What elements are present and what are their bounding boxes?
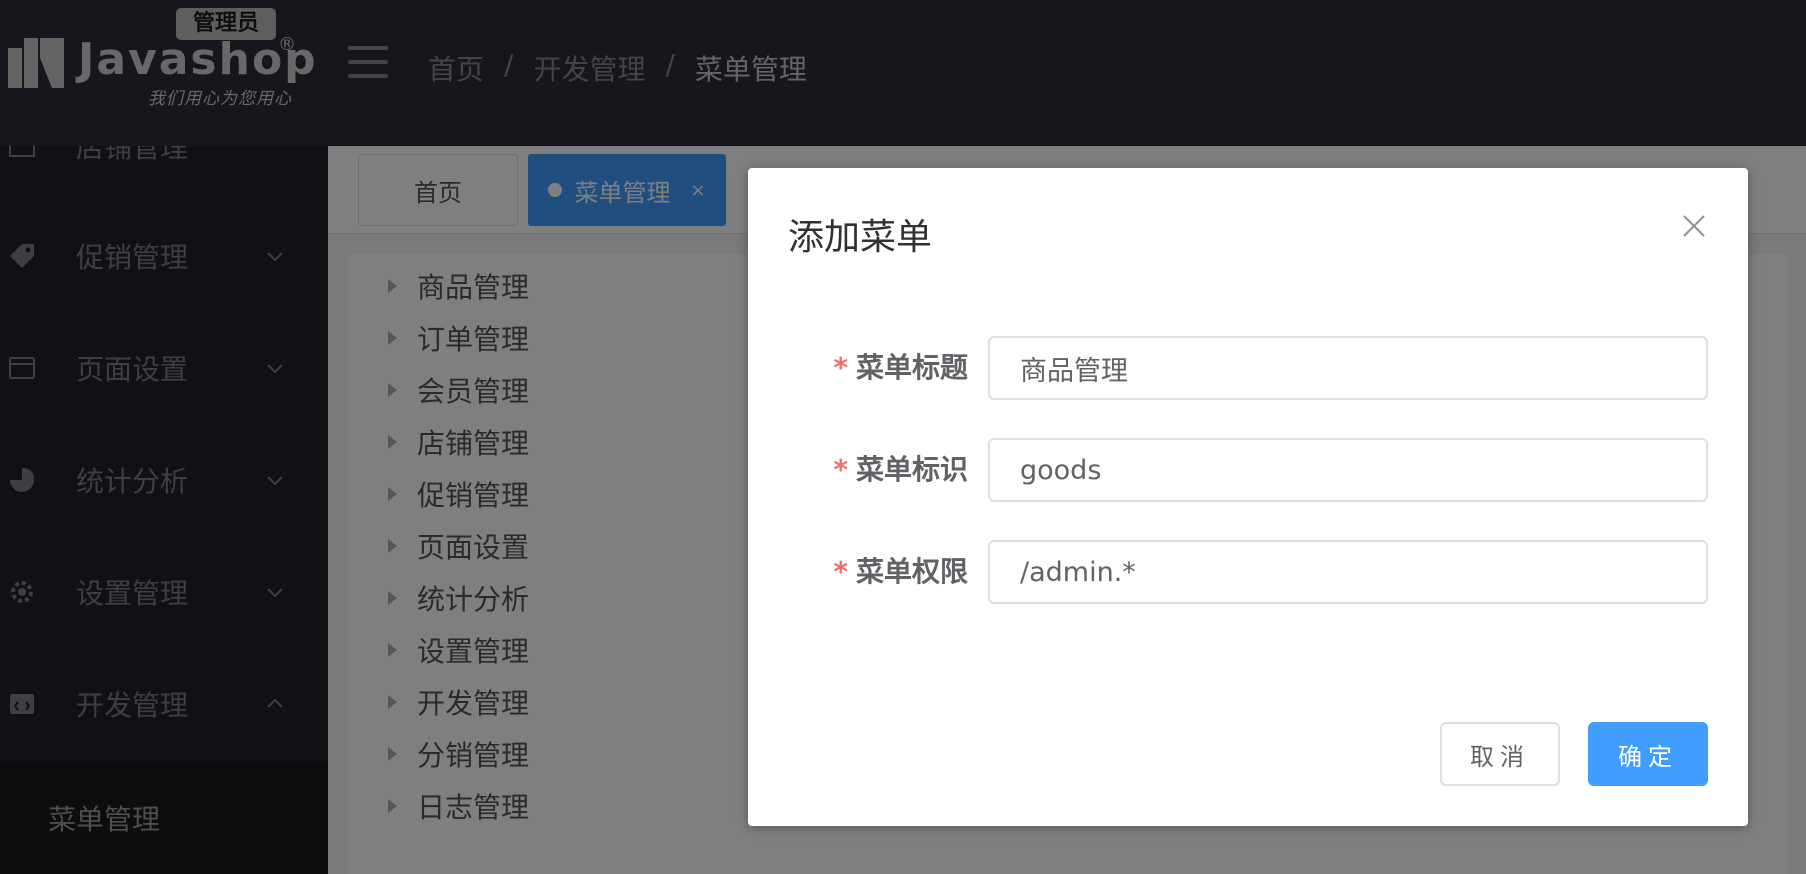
required-mark: * xyxy=(833,453,848,486)
form-label-text: 菜单标题 xyxy=(855,351,968,384)
form-label: * 菜单标识 xyxy=(828,438,968,502)
close-icon[interactable] xyxy=(1680,212,1708,240)
cancel-button[interactable]: 取消 xyxy=(1440,722,1560,786)
form-row-permission: * 菜单权限 xyxy=(748,540,1748,604)
form-label-text: 菜单权限 xyxy=(855,555,968,588)
dialog-title: 添加菜单 xyxy=(788,217,933,258)
required-mark: * xyxy=(833,351,848,384)
menu-title-input[interactable] xyxy=(988,336,1708,400)
form-label-text: 菜单标识 xyxy=(855,453,968,486)
form-label: * 菜单标题 xyxy=(828,336,968,400)
form-row-title: * 菜单标题 xyxy=(748,336,1748,400)
form-row-identifier: * 菜单标识 xyxy=(748,438,1748,502)
form-label: * 菜单权限 xyxy=(828,540,968,604)
confirm-button[interactable]: 确定 xyxy=(1588,722,1708,786)
required-mark: * xyxy=(833,555,848,588)
menu-identifier-input[interactable] xyxy=(988,438,1708,502)
menu-permission-input[interactable] xyxy=(988,540,1708,604)
add-menu-dialog: 添加菜单 *菜单标题 *菜单标识 *菜单权限 取消 确定 xyxy=(748,168,1748,826)
